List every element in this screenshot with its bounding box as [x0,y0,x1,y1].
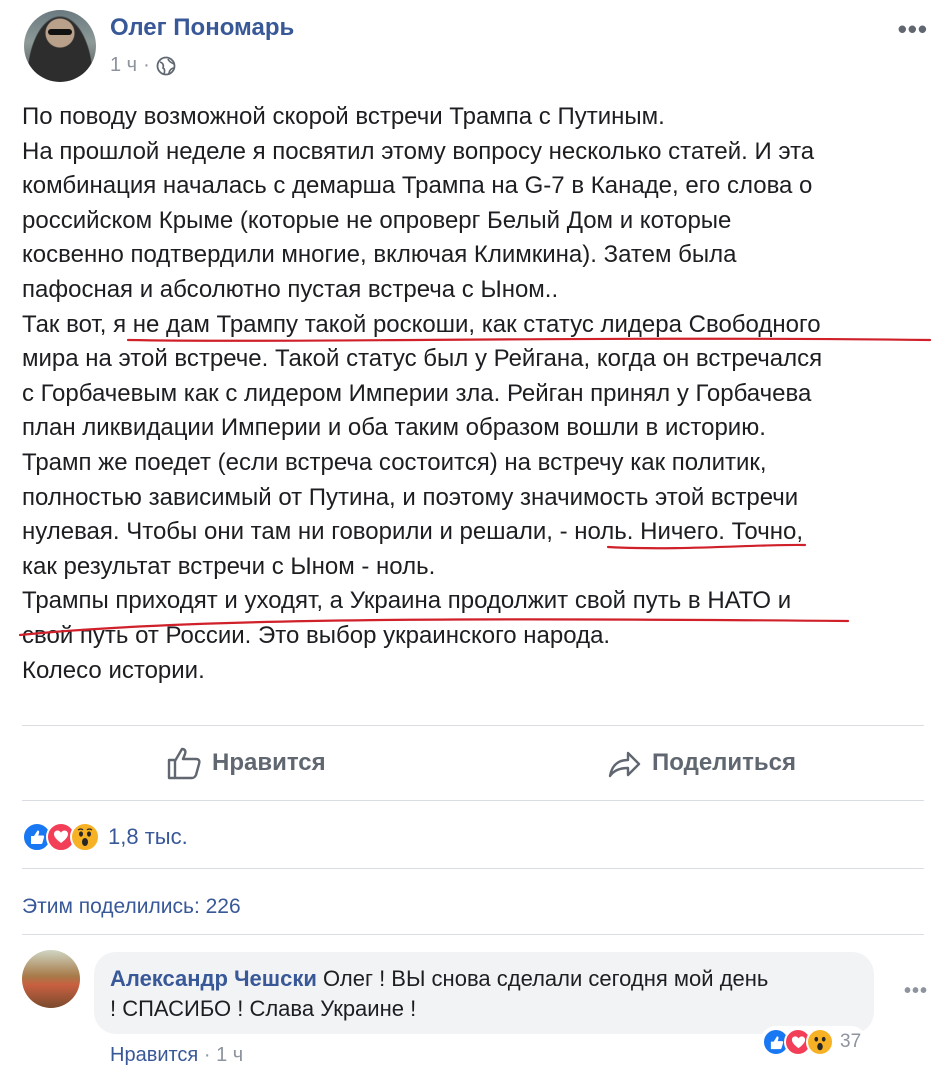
post-line: российском Крыме (которые не опроверг Бе… [22,206,732,234]
post-line: косвенно подтвердили многие, включая Кли… [22,241,737,269]
post-line: полностью зависимый от Путина, и поэтому… [22,483,799,511]
post-line: мира на этой встрече. Такой статус был у… [22,345,823,373]
post-text: По поводу возможной скорой встречи Трамп… [22,100,932,688]
post-time[interactable]: 1 ч [110,54,137,77]
commenter-name[interactable]: Александр Чешски [110,966,317,991]
commenter-avatar[interactable] [22,950,80,1008]
share-button[interactable]: Поделиться [606,745,796,781]
comment-reactions[interactable]: 37 [760,1026,868,1058]
reaction-count[interactable]: 1,8 тыс. [108,824,188,850]
globe-icon [156,56,176,75]
comment-body-line2: ! СПАСИБО ! Слава Украине ! [110,996,417,1021]
post-line: план ликвидации Империи и оба таким обра… [22,414,766,442]
post-line: Колесо истории. [22,656,205,684]
post-line: нулевая. Чтобы они там ни говорили и реш… [22,518,804,546]
post-line: Трампы приходят и уходят, а Украина прод… [22,587,792,615]
divider [22,934,924,935]
post-line: как результат встречи с Ыном - ноль. [22,552,436,580]
post-more-options-icon[interactable]: ••• [898,14,928,45]
post-line: Трамп же поедет (если встреча состоится)… [22,448,767,476]
reactions-summary[interactable]: 1,8 тыс. [22,822,188,852]
like-label: Нравится [212,749,326,776]
post-line: комбинация началась с демарша Трампа на … [22,172,813,200]
comment-body-line1: Олег ! ВЫ снова сделали сегодня мой день [323,966,769,991]
comment-reaction-count: 37 [840,1031,862,1052]
comment-footer-separator: · [203,1044,211,1066]
post-line: с Горбачевым как с лидером Империи зла. … [22,379,812,407]
post-line: пафосная и абсолютно пустая встреча с Ын… [22,275,559,303]
wow-reaction-icon [806,1028,834,1056]
divider [22,800,924,801]
thumbs-up-icon [167,747,201,780]
share-label: Поделиться [652,749,797,776]
comment-more-options-icon[interactable]: ••• [904,980,928,1003]
author-avatar[interactable] [24,10,96,82]
meta-separator: · [143,54,150,76]
post-author-name[interactable]: Олег Пономарь [110,14,294,42]
share-arrow-icon [608,751,641,778]
post-line: Так вот, я не дам Трампу такой роскоши, … [22,310,821,338]
like-button[interactable]: Нравится [166,745,326,781]
wow-reaction-icon [70,822,100,852]
shares-count[interactable]: Этим поделились: 226 [22,895,241,919]
comment-like-link[interactable]: Нравится [110,1044,198,1066]
comment-text: Александр Чешски Олег ! ВЫ снова сделали… [110,964,870,1024]
post-meta: 1 ч · [110,54,176,77]
comment-footer: Нравится · 1 ч [110,1044,243,1067]
comment-time[interactable]: 1 ч [216,1044,243,1066]
divider [22,868,924,869]
divider [22,725,924,726]
post-line: По поводу возможной скорой встречи Трамп… [22,103,665,130]
post-line: На прошлой неделе я посвятил этому вопро… [22,137,815,165]
post-line: свой путь от России. Это выбор украинско… [22,621,611,649]
